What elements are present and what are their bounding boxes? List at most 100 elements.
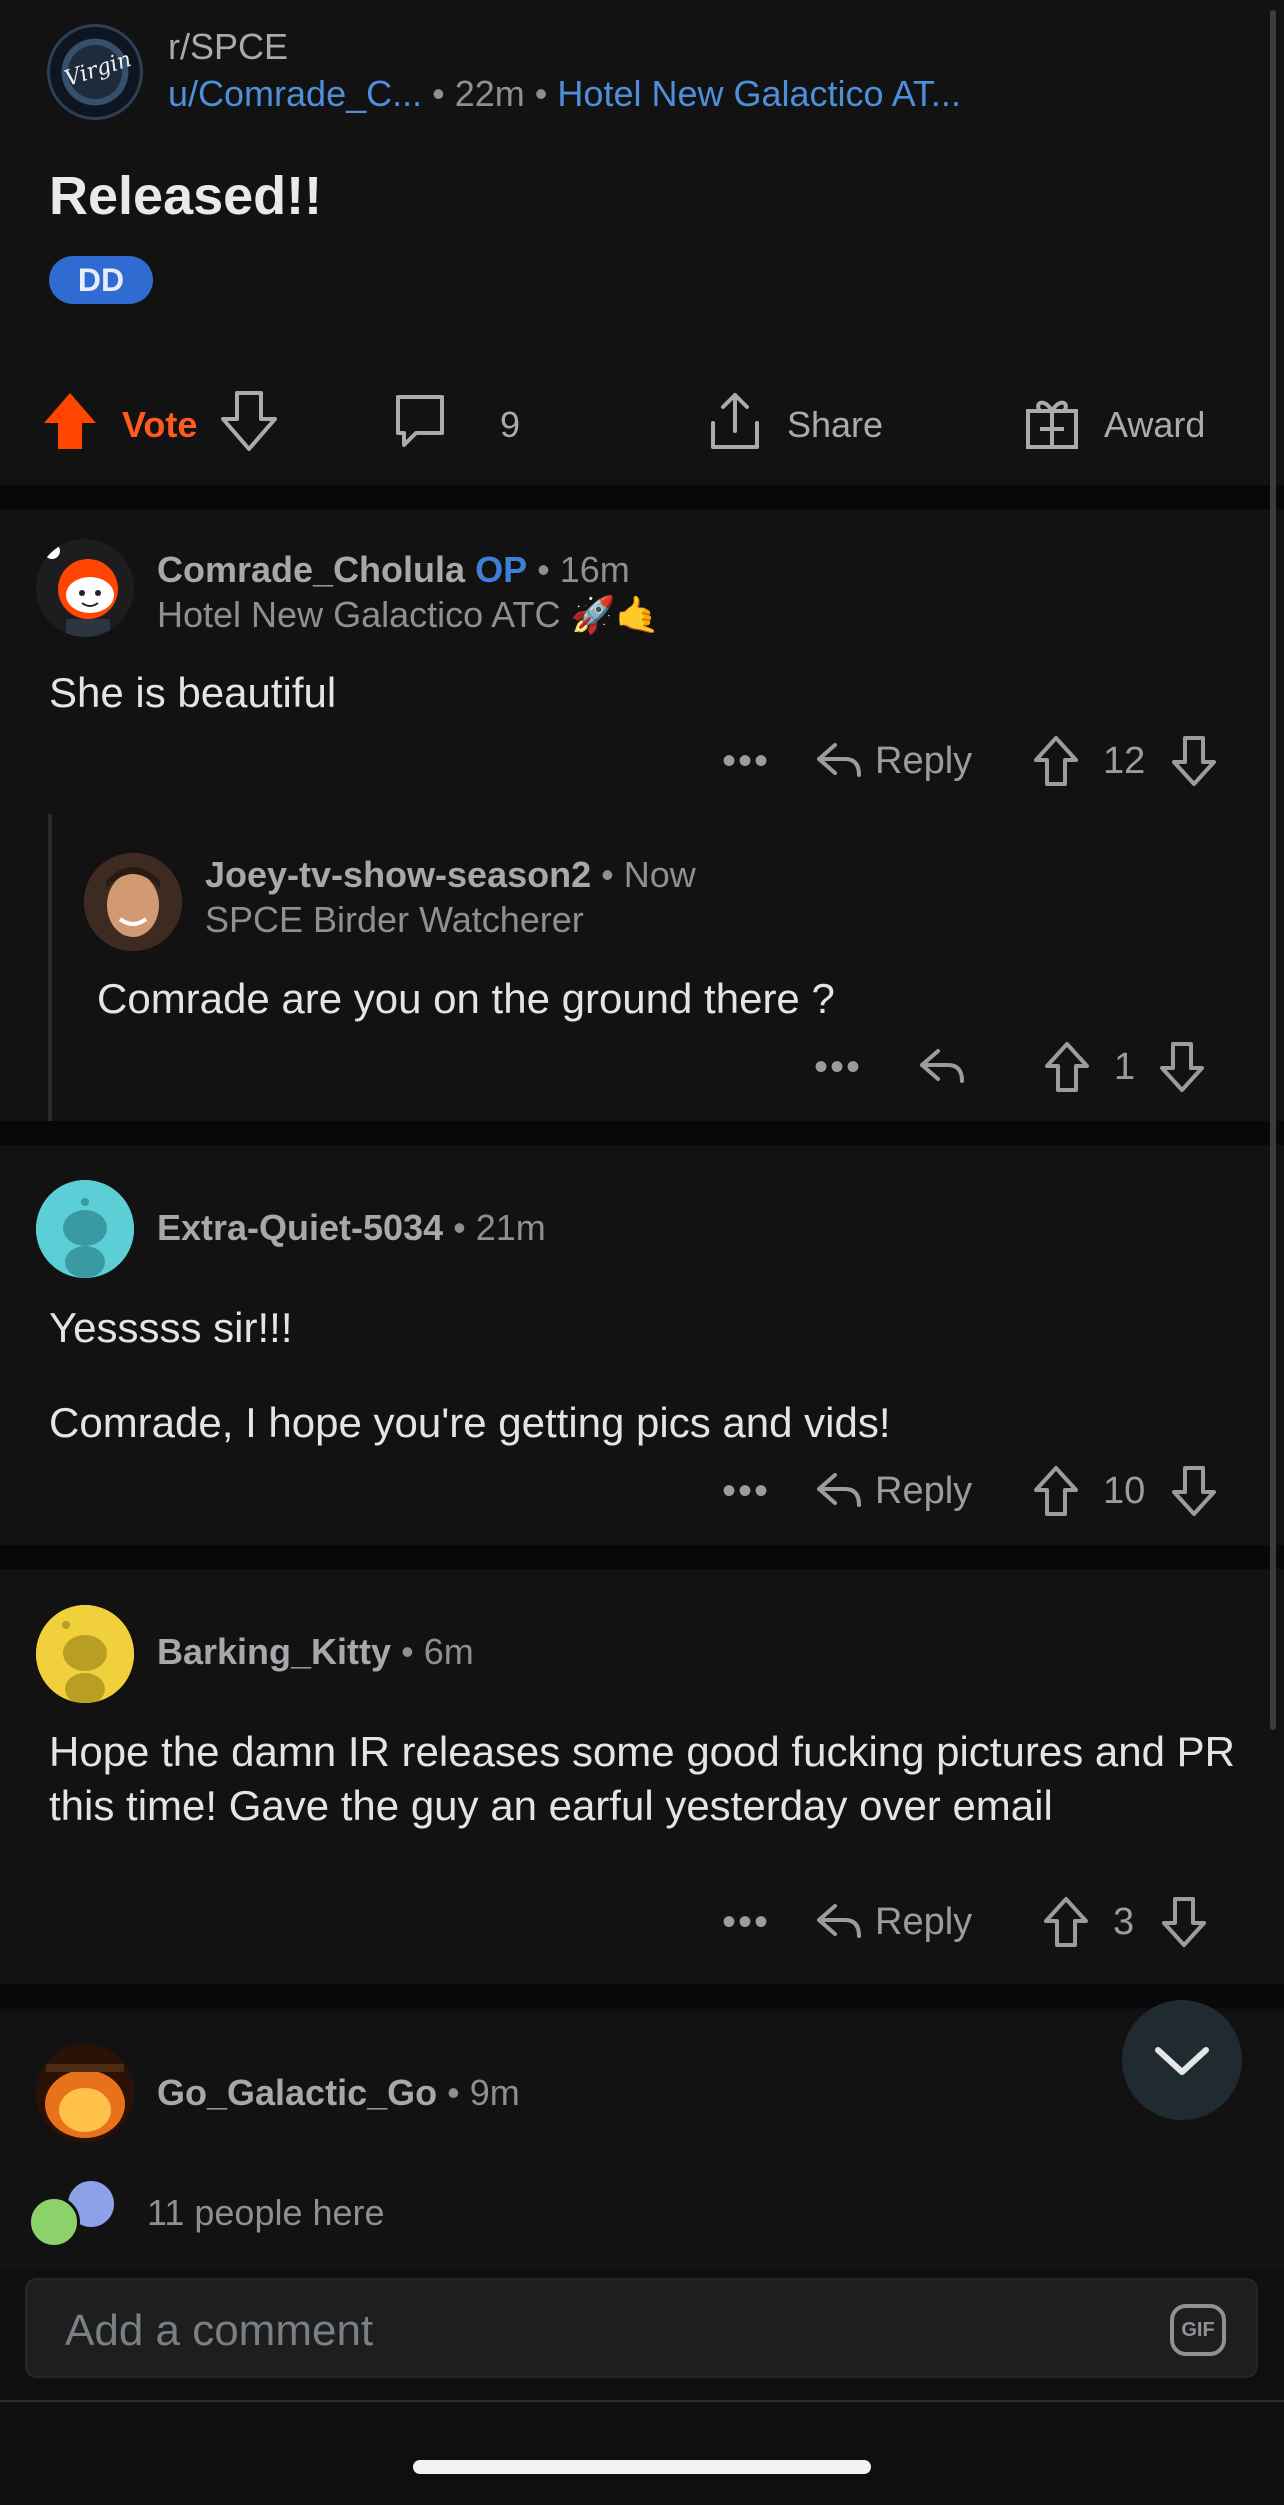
- presence-text: 11 people here: [147, 2192, 385, 2233]
- post-meta: u/Comrade_C... • 22m • Hotel New Galacti…: [168, 73, 961, 115]
- section-divider: [0, 1984, 1284, 2008]
- comment-header: Comrade_Cholula OP • 16m: [157, 549, 630, 591]
- comment-score: 12: [1103, 739, 1146, 782]
- vote-label: Vote: [122, 404, 198, 445]
- reply-arrow-icon: [817, 743, 861, 777]
- gift-icon: [1022, 389, 1082, 462]
- comment-time: 6m: [423, 1631, 474, 1672]
- comment-username[interactable]: Joey-tv-show-season2: [205, 854, 591, 895]
- comment-input-placeholder[interactable]: Add a comment: [65, 2306, 373, 2356]
- comment-username[interactable]: Comrade_Cholula: [157, 549, 465, 590]
- avatar[interactable]: [36, 1180, 134, 1278]
- upvote-icon[interactable]: [1043, 1040, 1091, 1094]
- share-button[interactable]: Share: [705, 385, 883, 465]
- comment-actions: ••• Reply 12: [0, 731, 1284, 791]
- upvote-icon[interactable]: [1042, 1895, 1090, 1949]
- comment-bubble-icon: [390, 389, 450, 462]
- reply-arrow-icon: [817, 1904, 861, 1938]
- presence-row: 11 people here: [0, 2160, 1284, 2270]
- more-options-icon[interactable]: •••: [722, 1469, 770, 1514]
- meta-dot: •: [601, 854, 614, 895]
- meta-dot: •: [401, 1631, 414, 1672]
- presence-avatar: [28, 2196, 80, 2248]
- award-button[interactable]: Award: [1022, 385, 1205, 465]
- comment-actions: ••• Reply 3: [0, 1892, 1284, 1952]
- comment-time: 16m: [559, 549, 630, 590]
- user-flair: SPCE Birder Watcherer: [205, 899, 584, 940]
- reply-label: Reply: [875, 1900, 973, 1943]
- chevron-down-icon: [1155, 2047, 1209, 2075]
- share-label: Share: [787, 404, 884, 445]
- downvote-icon[interactable]: [1170, 1464, 1218, 1518]
- reply-button[interactable]: Reply: [815, 1900, 972, 1944]
- comments-count: 9: [500, 404, 521, 445]
- user-flair: Hotel New Galactico ATC 🚀🤙: [157, 594, 661, 635]
- downvote-icon[interactable]: [1160, 1895, 1208, 1949]
- comment-username[interactable]: Go_Galactic_Go: [157, 2072, 437, 2113]
- comment-score: 10: [1103, 1469, 1146, 1512]
- subreddit-avatar[interactable]: Virgin: [47, 24, 143, 120]
- downvote-icon[interactable]: [1170, 734, 1218, 788]
- avatar[interactable]: [36, 539, 134, 637]
- post-author[interactable]: u/Comrade_C...: [168, 73, 422, 114]
- scrollbar[interactable]: [1270, 10, 1276, 1730]
- comment-body: Hope the damn IR releases some good fuck…: [49, 1728, 1235, 1829]
- share-icon: [705, 389, 765, 462]
- meta-dot: •: [447, 2072, 460, 2113]
- comment-header: Barking_Kitty • 6m: [157, 1631, 474, 1673]
- comment-header: Joey-tv-show-season2 • Now: [205, 854, 696, 896]
- home-indicator[interactable]: [413, 2460, 871, 2474]
- comment-thread: Comrade_Cholula OP • 16m Hotel New Galac…: [0, 509, 1284, 1121]
- more-options-icon[interactable]: •••: [722, 1900, 770, 1945]
- comment-score: 3: [1113, 1900, 1135, 1943]
- subreddit-name[interactable]: r/SPCE: [168, 26, 288, 68]
- post-title: Released!!: [49, 166, 323, 226]
- section-divider: [0, 1545, 1284, 1569]
- upvote-icon[interactable]: [1032, 1464, 1080, 1518]
- comment-header: Go_Galactic_Go • 9m: [157, 2072, 520, 2114]
- meta-dot: •: [537, 549, 550, 590]
- section-divider: [0, 1121, 1284, 1145]
- avatar[interactable]: [84, 853, 182, 951]
- author-flair: Hotel New Galactico AT...: [557, 73, 961, 114]
- comment-body: Comrade are you on the ground there ?: [97, 975, 835, 1022]
- comment-actions: ••• 1: [0, 1037, 1284, 1097]
- comment-body-line: Yesssss sir!!!: [49, 1304, 293, 1351]
- gif-button[interactable]: GIF: [1170, 2304, 1226, 2356]
- reply-button[interactable]: Reply: [815, 1469, 972, 1513]
- section-divider: [0, 485, 1284, 509]
- comment-username[interactable]: Extra-Quiet-5034: [157, 1207, 443, 1248]
- divider: [0, 2400, 1284, 2402]
- meta-dot: •: [534, 73, 548, 114]
- reply-arrow-icon[interactable]: [918, 1045, 966, 1089]
- comment-composer[interactable]: Add a comment GIF: [25, 2278, 1258, 2378]
- comment-body-line: Comrade, I hope you're getting pics and …: [49, 1399, 891, 1446]
- meta-dot: •: [432, 73, 445, 114]
- comment: Barking_Kitty • 6m Hope the damn IR rele…: [0, 1569, 1284, 1984]
- more-options-icon[interactable]: •••: [814, 1045, 862, 1090]
- comment-score: 1: [1114, 1045, 1136, 1088]
- post-header: Virgin r/SPCE u/Comrade_C... • 22m • Hot…: [0, 0, 1284, 485]
- comment-time: Now: [623, 854, 696, 895]
- more-options-icon[interactable]: •••: [722, 739, 770, 784]
- op-tag: OP: [475, 549, 528, 590]
- reply-label: Reply: [875, 739, 973, 782]
- comments-button[interactable]: 9: [390, 385, 520, 465]
- reply-label: Reply: [875, 1469, 973, 1512]
- comment-username[interactable]: Barking_Kitty: [157, 1631, 391, 1672]
- downvote-icon[interactable]: [1158, 1040, 1206, 1094]
- reply-arrow-icon: [817, 1473, 861, 1507]
- next-comment-button[interactable]: [1122, 2000, 1242, 2120]
- comment-actions: ••• Reply 10: [0, 1461, 1284, 1521]
- downvote-icon[interactable]: [219, 389, 279, 462]
- avatar[interactable]: [36, 2044, 134, 2142]
- avatar[interactable]: [36, 1605, 134, 1703]
- post-action-bar: Vote 9 Share Award: [0, 385, 1284, 465]
- reply-button[interactable]: Reply: [815, 739, 972, 783]
- award-label: Award: [1104, 404, 1206, 445]
- upvote-icon[interactable]: [1032, 734, 1080, 788]
- meta-dot: •: [453, 1207, 466, 1248]
- upvote-icon[interactable]: [40, 389, 100, 462]
- post-time: 22m: [454, 73, 525, 114]
- post-flair-badge[interactable]: DD: [49, 256, 153, 304]
